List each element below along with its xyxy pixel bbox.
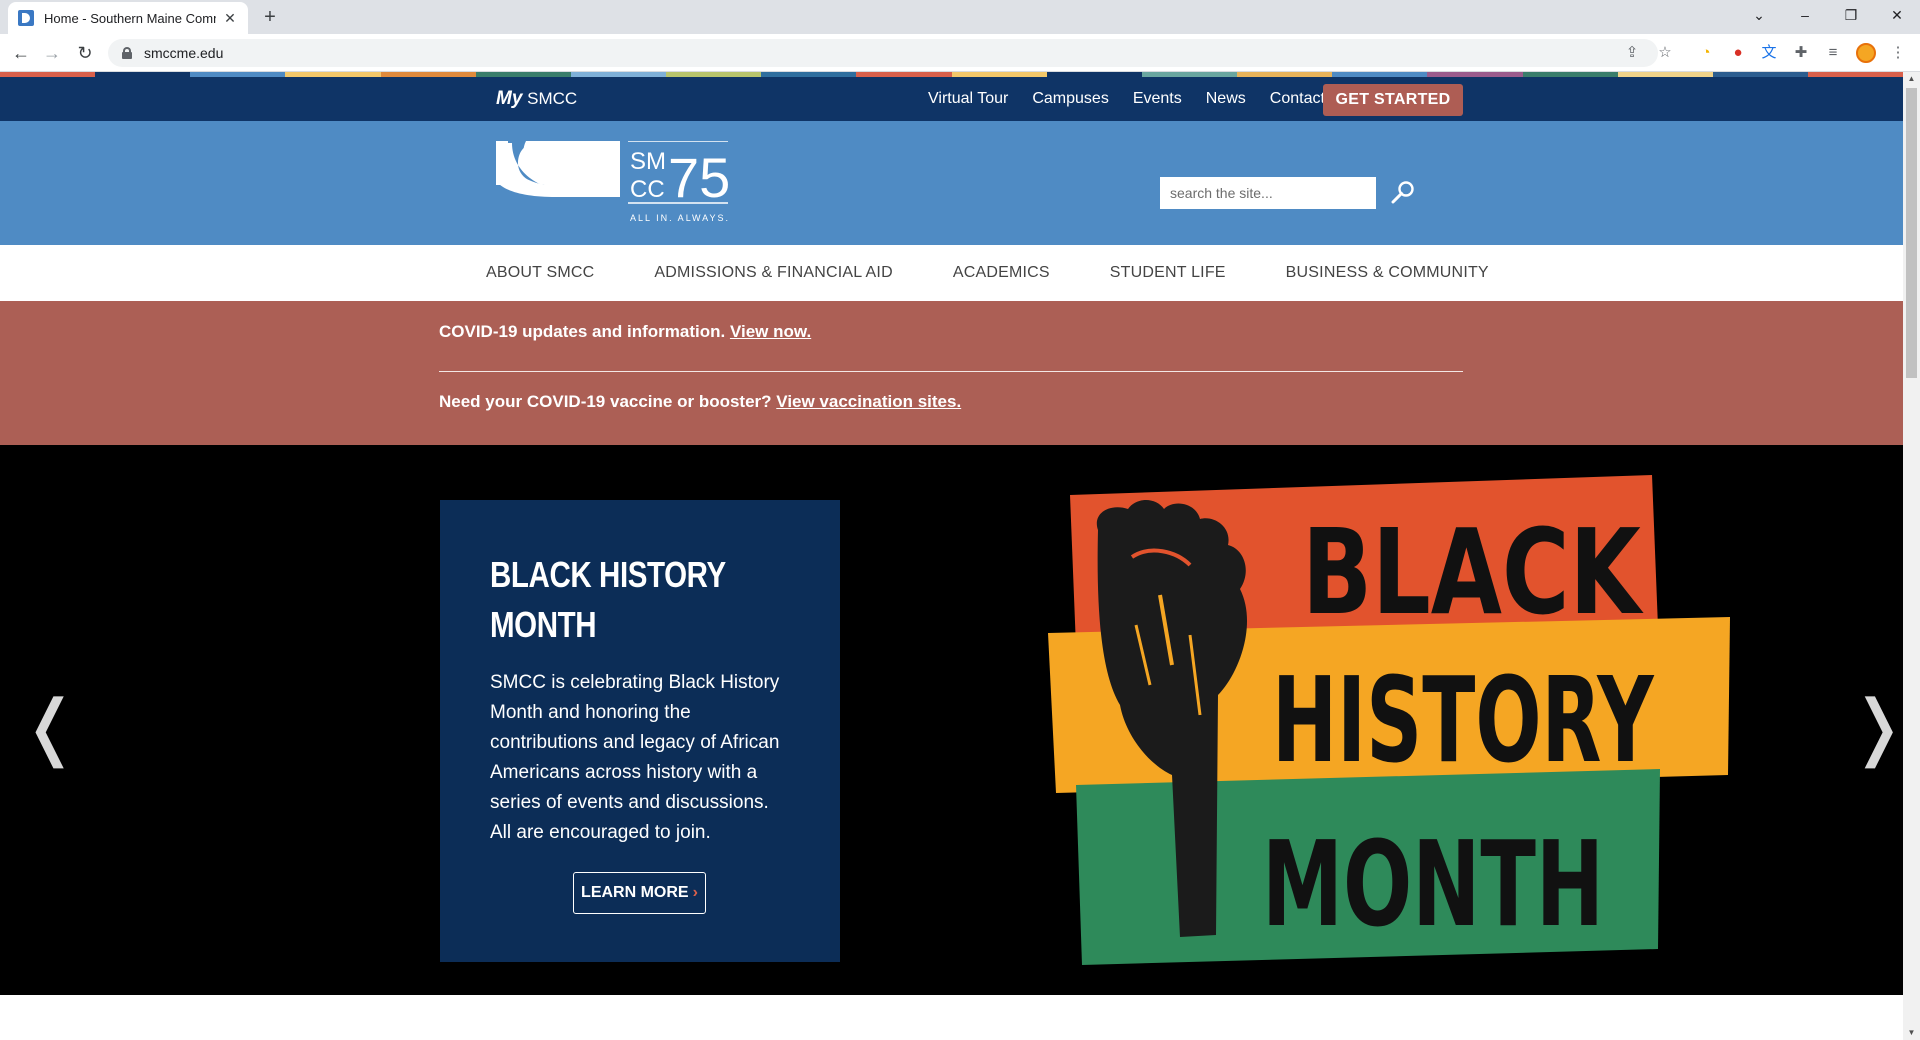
restore-button[interactable]: ❐ bbox=[1828, 0, 1874, 30]
nav-academics[interactable]: ACADEMICS bbox=[953, 264, 1050, 282]
my-smcc-suffix: SMCC bbox=[527, 89, 578, 108]
profile-avatar[interactable] bbox=[1856, 43, 1876, 63]
nav-business-community[interactable]: BUSINESS & COMMUNITY bbox=[1286, 264, 1489, 282]
art-text-history: HISTORY bbox=[1272, 651, 1655, 789]
site-header: SM CC 75 ALL IN. ALWAYS. bbox=[0, 121, 1903, 245]
close-window-button[interactable]: ✕ bbox=[1874, 0, 1920, 30]
address-bar[interactable]: smccme.edu bbox=[108, 39, 1658, 67]
learn-more-label: LEARN MORE bbox=[581, 884, 689, 901]
browser-menu-icon[interactable]: ⋮ bbox=[1888, 43, 1908, 63]
hero-title-line1: BLACK HISTORY bbox=[490, 554, 726, 595]
vaccine-line: Need your COVID-19 vaccine or booster? V… bbox=[439, 392, 961, 412]
news-link[interactable]: News bbox=[1206, 90, 1246, 108]
reading-list-icon[interactable]: ≡ bbox=[1823, 43, 1843, 63]
logo-cc-text: CC bbox=[630, 176, 665, 203]
carousel-next-arrow[interactable]: ❭ bbox=[1848, 690, 1903, 762]
extension-google-icon[interactable]: ◔ bbox=[1696, 43, 1716, 63]
new-tab-button[interactable]: + bbox=[258, 5, 282, 29]
vaccine-text: Need your COVID-19 vaccine or booster? bbox=[439, 392, 772, 411]
extension-red-icon[interactable]: ● bbox=[1728, 43, 1748, 63]
bookmark-star-icon[interactable]: ☆ bbox=[1655, 43, 1675, 63]
browser-tab-active[interactable]: Home - Southern Maine Commu ✕ bbox=[8, 2, 248, 34]
black-history-month-graphic: BLACK HISTORY MONTH bbox=[1048, 475, 1730, 965]
scroll-down-arrow-icon[interactable]: ▼ bbox=[1903, 1026, 1920, 1040]
art-text-month: MONTH bbox=[1262, 816, 1604, 953]
site-favicon-icon bbox=[18, 10, 34, 26]
utility-nav-bar: My SMCC Virtual Tour Campuses Events New… bbox=[0, 77, 1903, 121]
search-icon[interactable] bbox=[1390, 179, 1416, 205]
tab-search-icon[interactable]: ⌄ bbox=[1736, 0, 1782, 30]
hero-carousel: ❬ BLACK HISTORY MONTH SMCC is celebratin… bbox=[0, 445, 1903, 995]
forward-arrow-icon[interactable]: → bbox=[40, 41, 64, 65]
lock-icon bbox=[122, 47, 132, 59]
art-text-black: BLACK bbox=[1302, 504, 1644, 641]
main-navigation: ABOUT SMCC ADMISSIONS & FINANCIAL AID AC… bbox=[0, 245, 1903, 301]
chevron-right-icon: › bbox=[692, 884, 698, 901]
alert-divider bbox=[439, 371, 1463, 372]
share-icon[interactable]: ⇪ bbox=[1622, 43, 1642, 63]
hero-title: BLACK HISTORY MONTH bbox=[490, 550, 785, 650]
learn-more-button[interactable]: LEARN MORE › bbox=[573, 872, 706, 914]
minimize-button[interactable]: – bbox=[1782, 0, 1828, 30]
logo-75-text: 75 bbox=[668, 146, 728, 209]
page-viewport: My SMCC Virtual Tour Campuses Events New… bbox=[0, 72, 1903, 1040]
virtual-tour-link[interactable]: Virtual Tour bbox=[928, 90, 1008, 108]
hero-title-line2: MONTH bbox=[490, 604, 597, 645]
hero-description: SMCC is celebrating Black History Month … bbox=[490, 672, 780, 843]
hero-text-card: BLACK HISTORY MONTH SMCC is celebrating … bbox=[440, 500, 840, 962]
contact-link[interactable]: Contact bbox=[1270, 90, 1325, 108]
covid-updates-line: COVID-19 updates and information. View n… bbox=[439, 322, 811, 342]
campuses-link[interactable]: Campuses bbox=[1032, 90, 1108, 108]
covid-updates-text: COVID-19 updates and information. bbox=[439, 322, 726, 341]
nav-about-smcc[interactable]: ABOUT SMCC bbox=[486, 264, 594, 282]
reload-icon[interactable]: ↻ bbox=[73, 41, 97, 65]
page-scrollbar[interactable]: ▲ ▼ bbox=[1903, 72, 1920, 1040]
events-link[interactable]: Events bbox=[1133, 90, 1182, 108]
browser-toolbar: ← → ↻ smccme.edu ⇪ ☆ ◔ ● 文 ✚ ≡ ⋮ bbox=[0, 34, 1920, 72]
tab-title: Home - Southern Maine Commu bbox=[44, 10, 216, 26]
my-smcc-prefix: My bbox=[496, 88, 523, 109]
view-vaccination-sites-link[interactable]: View vaccination sites. bbox=[776, 392, 961, 411]
translate-icon[interactable]: 文 bbox=[1759, 43, 1779, 63]
my-smcc-link[interactable]: My SMCC bbox=[496, 88, 577, 110]
get-started-button[interactable]: GET STARTED bbox=[1323, 84, 1463, 116]
covid-alert-banner: COVID-19 updates and information. View n… bbox=[0, 301, 1903, 445]
scroll-up-arrow-icon[interactable]: ▲ bbox=[1903, 72, 1920, 86]
logo-sm-text: SM bbox=[630, 148, 666, 175]
extensions-puzzle-icon[interactable]: ✚ bbox=[1791, 43, 1811, 63]
url-text: smccme.edu bbox=[144, 45, 224, 61]
browser-tab-strip: Home - Southern Maine Commu ✕ + ⌄ – ❐ ✕ bbox=[0, 0, 1920, 34]
back-arrow-icon[interactable]: ← bbox=[9, 41, 33, 65]
nav-admissions-financial-aid[interactable]: ADMISSIONS & FINANCIAL AID bbox=[654, 264, 892, 282]
tab-close-icon[interactable]: ✕ bbox=[222, 10, 238, 27]
smcc-75-logo[interactable]: SM CC 75 ALL IN. ALWAYS. bbox=[496, 141, 728, 225]
carousel-prev-arrow[interactable]: ❬ bbox=[20, 690, 80, 762]
utility-links: Virtual Tour Campuses Events News Contac… bbox=[928, 90, 1325, 108]
site-search-input[interactable] bbox=[1160, 177, 1376, 209]
logo-tagline: ALL IN. ALWAYS. bbox=[630, 213, 728, 223]
nav-student-life[interactable]: STUDENT LIFE bbox=[1110, 264, 1226, 282]
scrollbar-thumb[interactable] bbox=[1906, 88, 1917, 378]
view-now-link[interactable]: View now. bbox=[730, 322, 811, 341]
